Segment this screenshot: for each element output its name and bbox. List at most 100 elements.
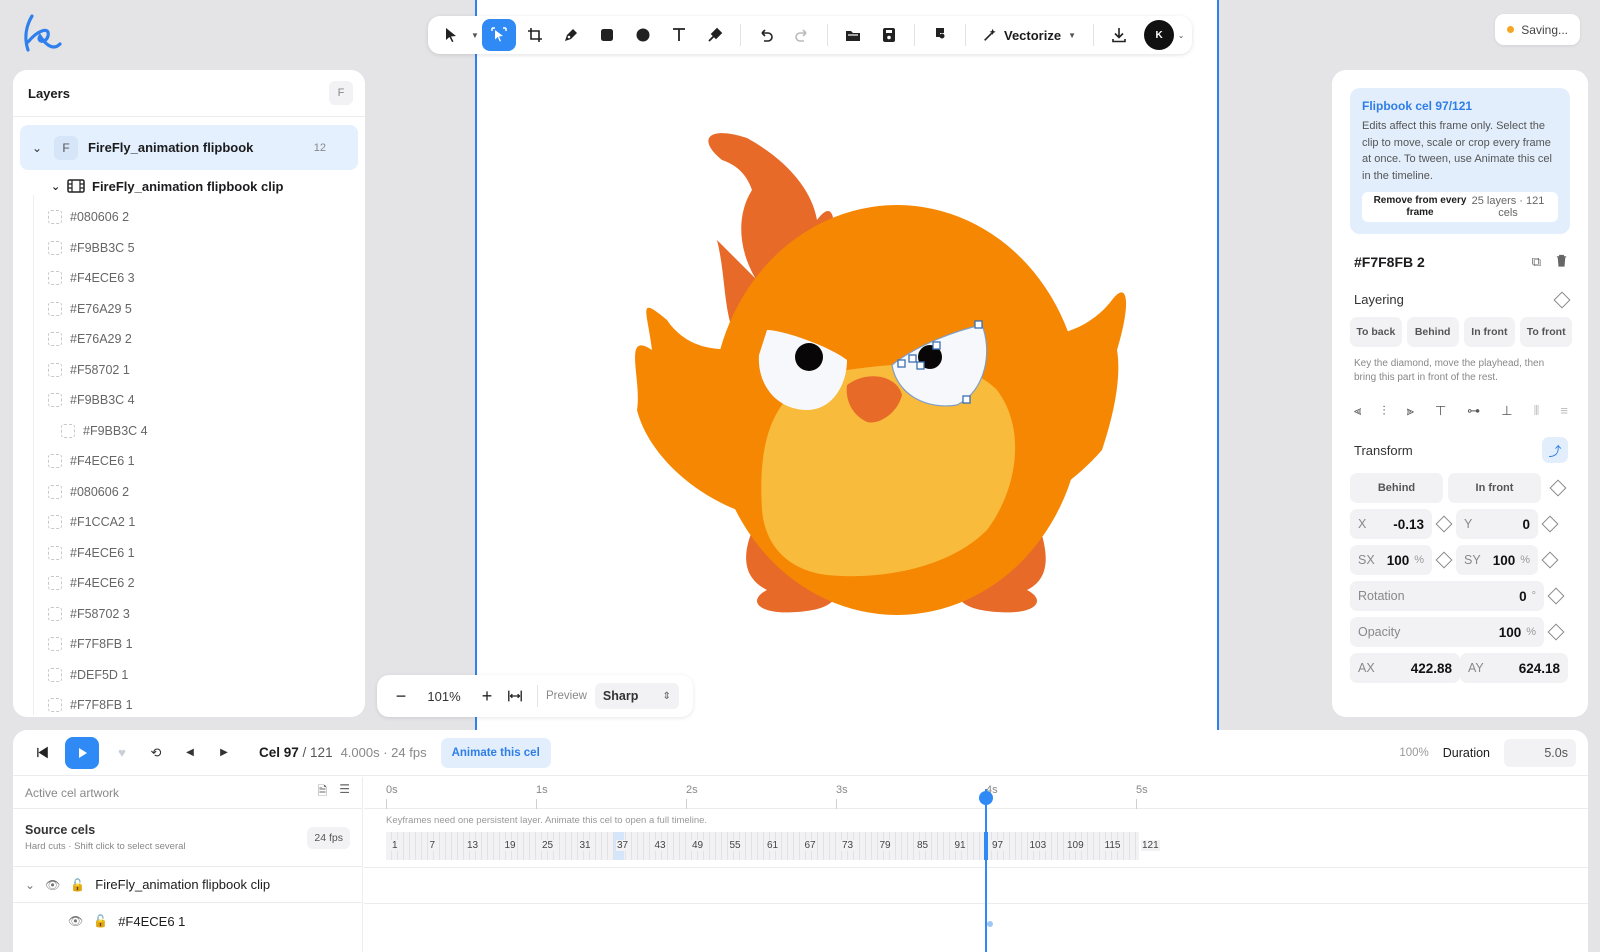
track-layer-row[interactable]: 👁 🔓 #F4ECE6 1 xyxy=(13,903,362,939)
chevron-down-icon[interactable]: ⌄ xyxy=(51,180,65,193)
distribute-v-icon[interactable]: ≡ xyxy=(1560,403,1568,419)
opacity-field[interactable]: Opacity 100 % xyxy=(1350,617,1544,647)
motion-path-icon[interactable]: ⤴ xyxy=(1542,437,1568,463)
keyframe-diamond-icon[interactable] xyxy=(1547,587,1565,605)
figma-button[interactable] xyxy=(923,19,957,51)
direct-select-tool[interactable] xyxy=(482,19,516,51)
fps-badge[interactable]: 24 fps xyxy=(307,826,350,849)
lock-icon[interactable]: 🔓 xyxy=(70,878,85,892)
layer-item[interactable]: #F58702 1 xyxy=(13,355,365,386)
go-to-start-button[interactable] xyxy=(25,737,59,769)
scale-x-field[interactable]: SX 100 % xyxy=(1350,545,1432,575)
eye-icon[interactable]: 👁 xyxy=(68,914,83,928)
app-logo[interactable] xyxy=(18,12,62,56)
layer-item[interactable]: #DEF5D 1 xyxy=(13,660,365,691)
crop-tool[interactable] xyxy=(518,19,552,51)
layer-item[interactable]: #F4ECE6 1 xyxy=(13,538,365,569)
trash-icon[interactable] xyxy=(1555,254,1568,267)
redo-button[interactable] xyxy=(785,19,819,51)
artboard-canvas[interactable] xyxy=(475,0,1219,730)
keyframe-diamond-icon[interactable] xyxy=(1549,479,1567,497)
align-left-icon[interactable]: ⫷ xyxy=(1354,403,1361,419)
keyframe-diamond-icon[interactable] xyxy=(1435,551,1453,569)
anchor-y-field[interactable]: AY 624.18 xyxy=(1460,653,1568,683)
firefly-character-artwork[interactable] xyxy=(547,120,1157,640)
loop-toggle[interactable]: ⟲ xyxy=(139,737,173,769)
layer-root-flipbook[interactable]: ⌄ F FireFly_animation flipbook 12 xyxy=(20,125,358,170)
previous-cel-button[interactable]: ◀ xyxy=(173,737,207,769)
layers-shortcut-badge[interactable]: F xyxy=(329,81,353,105)
layer-item[interactable]: #F7F8FB 1 xyxy=(13,690,365,717)
ellipse-tool[interactable] xyxy=(626,19,660,51)
eye-icon[interactable]: 👁 xyxy=(45,878,60,892)
pen-tool[interactable] xyxy=(554,19,588,51)
duplicate-icon[interactable]: ⧉ xyxy=(1532,254,1541,270)
next-cel-button[interactable]: ▶ xyxy=(207,737,241,769)
anchor-x-field[interactable]: AX 422.88 xyxy=(1350,653,1460,683)
chevron-down-icon[interactable]: ▼ xyxy=(470,31,480,40)
layer-item[interactable]: #E76A29 2 xyxy=(13,324,365,355)
playhead-handle[interactable] xyxy=(979,791,993,805)
layer-item[interactable]: #080606 2 xyxy=(13,477,365,508)
eyedropper-tool[interactable] xyxy=(698,19,732,51)
layer-item[interactable]: #F4ECE6 3 xyxy=(13,263,365,294)
play-button[interactable] xyxy=(65,736,99,769)
cel-strip[interactable] xyxy=(386,832,1139,860)
in-front-button[interactable]: In front xyxy=(1463,317,1516,347)
align-top-icon[interactable]: ⊤ xyxy=(1435,403,1446,419)
align-center-h-icon[interactable]: ⫶ xyxy=(1382,403,1385,419)
chevron-down-icon[interactable]: ⌄ xyxy=(25,878,35,892)
zoom-in-button[interactable]: + xyxy=(473,682,501,710)
export-button[interactable] xyxy=(1102,19,1136,51)
fit-width-button[interactable] xyxy=(501,682,529,710)
user-avatar[interactable]: K xyxy=(1144,20,1175,50)
animate-this-cel-button[interactable]: Animate this cel xyxy=(440,737,551,768)
remove-from-every-frame-button[interactable]: Remove from every frame 25 layers · 121 … xyxy=(1362,192,1558,222)
select-tool[interactable] xyxy=(434,19,468,51)
playhead[interactable] xyxy=(985,789,987,952)
scale-y-field[interactable]: SY 100 % xyxy=(1456,545,1538,575)
x-field[interactable]: X -0.13 xyxy=(1350,509,1432,539)
keyframe-diamond-icon[interactable] xyxy=(1547,623,1565,641)
chevron-down-icon[interactable]: ⌄ xyxy=(32,141,48,155)
vectorize-button[interactable]: Vectorize ▼ xyxy=(974,19,1085,51)
layer-item[interactable]: #F9BB3C 4 xyxy=(13,385,365,416)
to-back-button[interactable]: To back xyxy=(1350,317,1402,347)
layer-item[interactable]: #F7F8FB 1 xyxy=(13,629,365,660)
keyframe-diamond-icon[interactable] xyxy=(1541,515,1559,533)
duration-input[interactable]: 5.0s xyxy=(1504,738,1576,767)
layer-item[interactable]: #F58702 3 xyxy=(13,599,365,630)
save-file-button[interactable] xyxy=(872,19,906,51)
distribute-h-icon[interactable]: ⦀ xyxy=(1534,403,1540,419)
y-field[interactable]: Y 0 xyxy=(1456,509,1538,539)
layer-clip[interactable]: ⌄ FireFly_animation flipbook clip xyxy=(13,170,365,202)
zoom-out-button[interactable]: − xyxy=(387,682,415,710)
keyframe-diamond-icon[interactable] xyxy=(1541,551,1559,569)
time-ruler[interactable]: 0s 1s 2s 3s 4s 5s xyxy=(364,777,1588,809)
layer-item[interactable]: #F4ECE6 2 xyxy=(13,568,365,599)
onion-skin-toggle[interactable]: ♥ xyxy=(105,737,139,769)
open-file-button[interactable] xyxy=(836,19,870,51)
undo-button[interactable] xyxy=(749,19,783,51)
keyframe-diamond-icon[interactable] xyxy=(1553,291,1571,308)
layer-item[interactable]: #F1CCA2 1 xyxy=(13,507,365,538)
track-clip-row[interactable]: ⌄ 👁 🔓 FireFly_animation flipbook clip xyxy=(13,867,362,903)
align-bottom-icon[interactable]: ⊥ xyxy=(1501,403,1512,419)
zoom-value[interactable]: 101% xyxy=(415,689,473,704)
align-middle-v-icon[interactable]: ⊶ xyxy=(1467,403,1480,419)
add-file-icon[interactable]: 🗎 xyxy=(318,782,328,803)
align-right-icon[interactable]: ⫸ xyxy=(1407,403,1414,419)
rotation-field[interactable]: Rotation 0 ° xyxy=(1350,581,1544,611)
lock-icon[interactable]: 🔓 xyxy=(93,914,108,928)
layer-item[interactable]: #F9BB3C 5 xyxy=(13,233,365,264)
behind-button[interactable]: Behind xyxy=(1406,317,1459,347)
rectangle-tool[interactable] xyxy=(590,19,624,51)
list-settings-icon[interactable]: ☰ xyxy=(339,782,350,803)
layer-item[interactable]: #F9BB3C 4 xyxy=(13,416,365,447)
layer-item[interactable]: #F4ECE6 1 xyxy=(13,446,365,477)
text-tool[interactable] xyxy=(662,19,696,51)
layer-item[interactable]: #E76A29 5 xyxy=(13,294,365,325)
preview-mode-select[interactable]: Sharp ⇕ xyxy=(594,683,679,709)
keyframe-dot[interactable] xyxy=(987,921,993,927)
transform-behind-button[interactable]: Behind xyxy=(1350,473,1443,503)
